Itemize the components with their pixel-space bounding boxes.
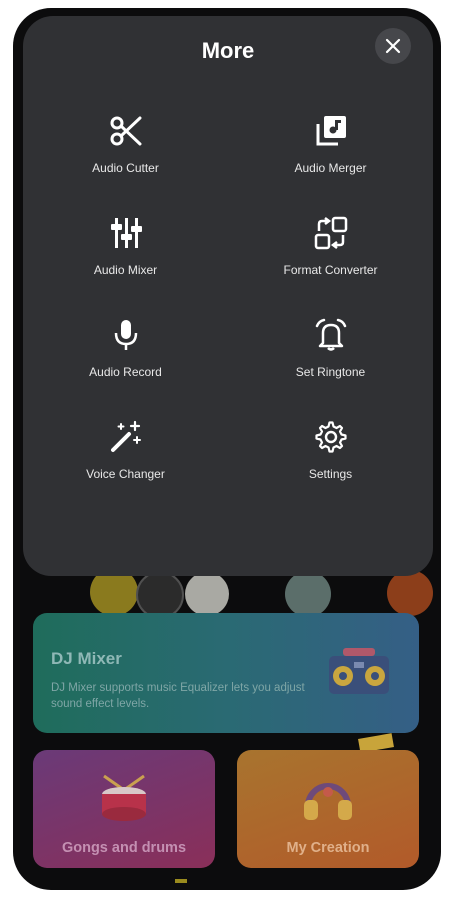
vinyl-circle[interactable] xyxy=(136,571,184,619)
dj-mixer-description: DJ Mixer supports music Equalizer lets y… xyxy=(51,682,305,710)
my-creation-card[interactable]: My Creation xyxy=(237,750,419,868)
drum-icon xyxy=(102,774,146,821)
microphone-icon xyxy=(114,320,137,350)
voice-changer-item[interactable]: Voice Changer xyxy=(23,420,228,520)
close-button[interactable] xyxy=(375,28,411,64)
dj-mixer-title: DJ Mixer xyxy=(51,649,122,668)
magic-wand-icon xyxy=(110,420,141,452)
settings-item[interactable]: Settings xyxy=(228,420,433,520)
gongs-and-drums-label: Gongs and drums xyxy=(61,840,187,856)
audio-cutter-label: Audio Cutter xyxy=(92,161,159,175)
audio-record-label: Audio Record xyxy=(89,365,162,379)
my-creation-label: My Creation xyxy=(286,840,370,856)
tambourine-circle[interactable] xyxy=(285,571,331,617)
scissors-icon xyxy=(110,116,141,146)
close-icon xyxy=(385,38,401,54)
violin-circle[interactable] xyxy=(387,570,433,616)
format-converter-label: Format Converter xyxy=(283,263,378,277)
merge-stack-icon xyxy=(316,116,346,146)
audio-merger-item[interactable]: Audio Merger xyxy=(228,114,433,214)
nav-indicator xyxy=(175,879,187,883)
headphones-icon xyxy=(304,783,352,820)
audio-cutter-item[interactable]: Audio Cutter xyxy=(23,114,228,214)
more-sheet: More Audio Cutter Audio Merger Audio Mix… xyxy=(23,16,433,576)
sheet-title: More xyxy=(201,38,255,63)
audio-mixer-item[interactable]: Audio Mixer xyxy=(23,216,228,316)
set-ringtone-label: Set Ringtone xyxy=(295,365,366,379)
set-ringtone-item[interactable]: Set Ringtone xyxy=(228,318,433,418)
format-convert-icon xyxy=(314,216,347,250)
drum-circle[interactable] xyxy=(185,572,229,616)
voice-changer-label: Voice Changer xyxy=(86,467,165,481)
format-converter-item[interactable]: Format Converter xyxy=(228,216,433,316)
audio-mixer-label: Audio Mixer xyxy=(93,263,158,277)
boombox-icon xyxy=(329,648,389,694)
audio-record-item[interactable]: Audio Record xyxy=(23,318,228,418)
settings-label: Settings xyxy=(308,467,353,481)
mixer-sliders-icon xyxy=(110,218,142,248)
alarm-bell-icon xyxy=(315,318,346,351)
gear-icon xyxy=(314,421,347,453)
audio-merger-label: Audio Merger xyxy=(294,161,367,175)
gongs-and-drums-card[interactable]: Gongs and drums xyxy=(33,750,215,868)
dj-mixer-card[interactable]: DJ Mixer DJ Mixer supports music Equaliz… xyxy=(33,613,419,733)
